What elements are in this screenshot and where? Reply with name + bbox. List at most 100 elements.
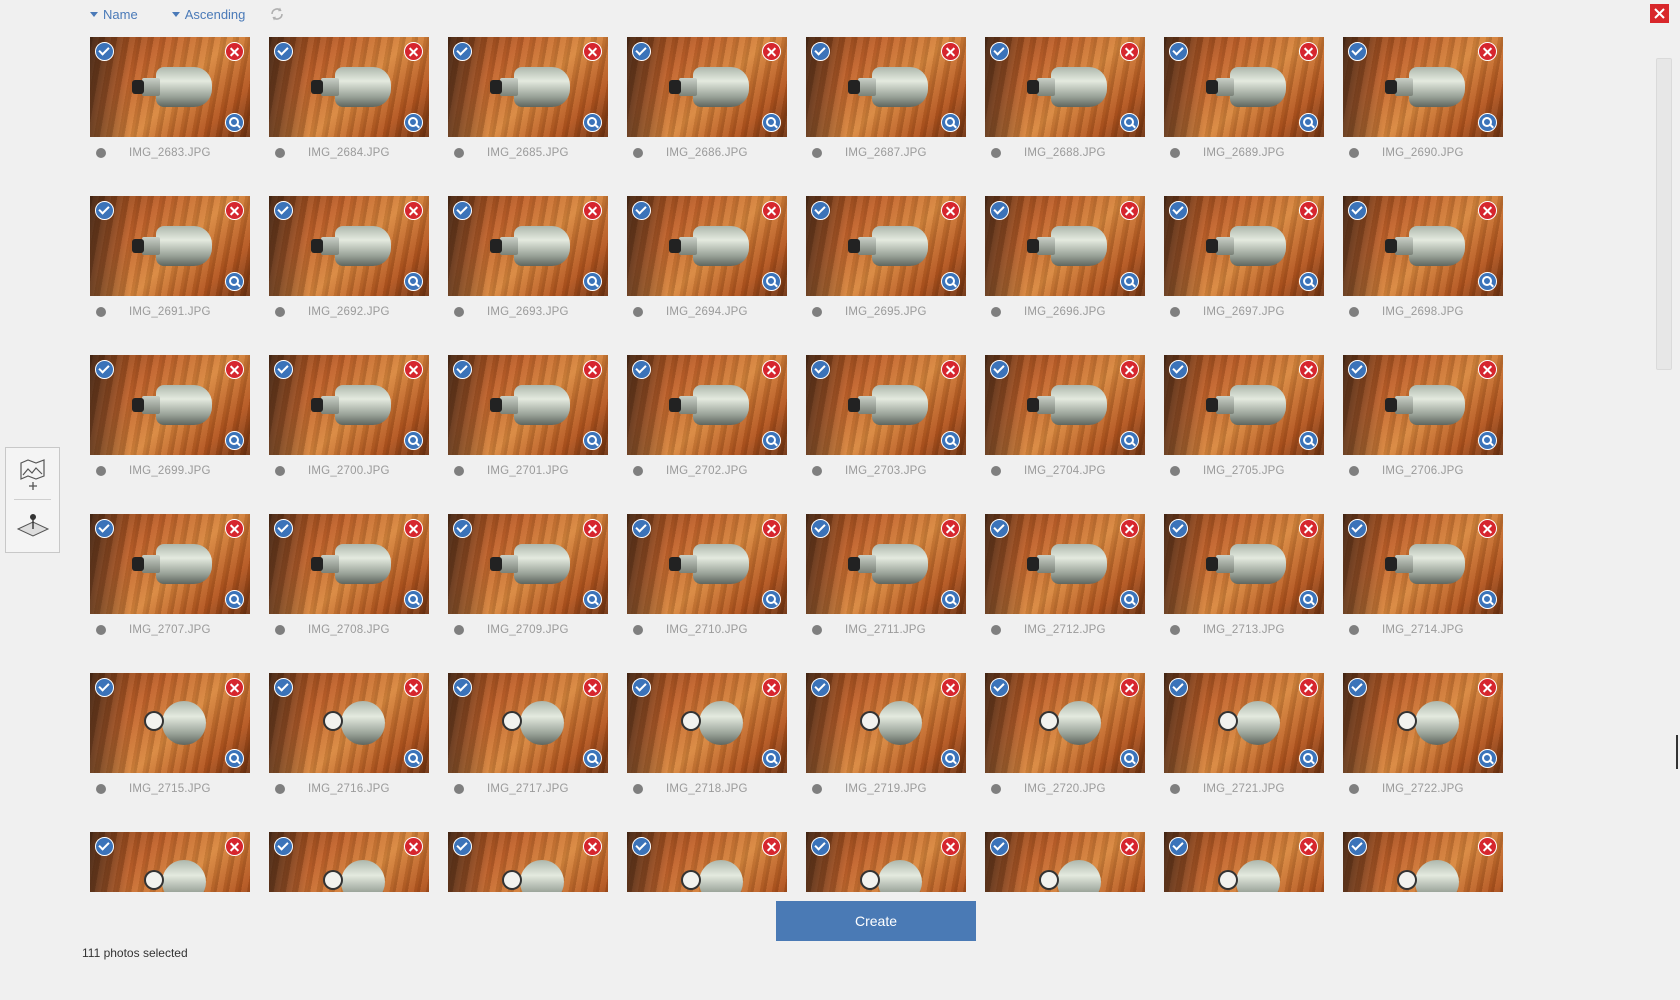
check-icon[interactable]	[95, 360, 114, 379]
photo-image[interactable]	[90, 673, 250, 773]
check-icon[interactable]	[990, 360, 1009, 379]
photo-thumbnail[interactable]: IMG_2722.JPG	[1343, 673, 1503, 833]
photo-thumbnail[interactable]: IMG_2710.JPG	[627, 514, 787, 674]
remove-icon[interactable]	[1120, 678, 1139, 697]
zoom-icon[interactable]	[941, 272, 960, 291]
photo-image[interactable]	[806, 196, 966, 296]
photo-image[interactable]	[985, 832, 1145, 892]
check-icon[interactable]	[1169, 519, 1188, 538]
photo-thumbnail[interactable]: IMG_2721.JPG	[1164, 673, 1324, 833]
remove-icon[interactable]	[225, 519, 244, 538]
photo-thumbnail[interactable]: IMG_2717.JPG	[448, 673, 608, 833]
photo-image[interactable]	[627, 355, 787, 455]
photo-thumbnail[interactable]: IMG_2693.JPG	[448, 196, 608, 356]
remove-icon[interactable]	[404, 360, 423, 379]
remove-icon[interactable]	[404, 519, 423, 538]
check-icon[interactable]	[453, 678, 472, 697]
zoom-icon[interactable]	[583, 113, 602, 132]
check-icon[interactable]	[95, 519, 114, 538]
photo-thumbnail[interactable]	[1164, 832, 1324, 892]
check-icon[interactable]	[1348, 360, 1367, 379]
check-icon[interactable]	[990, 837, 1009, 856]
check-icon[interactable]	[453, 360, 472, 379]
zoom-icon[interactable]	[762, 431, 781, 450]
photo-image[interactable]	[985, 355, 1145, 455]
photo-image[interactable]	[806, 832, 966, 892]
zoom-icon[interactable]	[583, 431, 602, 450]
remove-icon[interactable]	[225, 837, 244, 856]
photo-image[interactable]	[448, 832, 608, 892]
photo-image[interactable]	[806, 355, 966, 455]
photo-thumbnail[interactable]: IMG_2705.JPG	[1164, 355, 1324, 515]
zoom-icon[interactable]	[404, 431, 423, 450]
photo-image[interactable]	[90, 37, 250, 137]
photo-image[interactable]	[269, 355, 429, 455]
photo-thumbnail[interactable]: IMG_2692.JPG	[269, 196, 429, 356]
check-icon[interactable]	[811, 678, 830, 697]
photo-image[interactable]	[985, 673, 1145, 773]
check-icon[interactable]	[453, 42, 472, 61]
check-icon[interactable]	[1169, 201, 1188, 220]
photo-image[interactable]	[448, 355, 608, 455]
remove-icon[interactable]	[583, 678, 602, 697]
zoom-icon[interactable]	[1299, 590, 1318, 609]
photo-image[interactable]	[448, 514, 608, 614]
zoom-icon[interactable]	[762, 113, 781, 132]
remove-icon[interactable]	[1478, 201, 1497, 220]
photo-thumbnail[interactable]: IMG_2707.JPG	[90, 514, 250, 674]
check-icon[interactable]	[632, 678, 651, 697]
photo-image[interactable]	[448, 37, 608, 137]
zoom-icon[interactable]	[1478, 749, 1497, 768]
photo-image[interactable]	[806, 37, 966, 137]
photo-thumbnail[interactable]: IMG_2698.JPG	[1343, 196, 1503, 356]
remove-icon[interactable]	[225, 42, 244, 61]
zoom-icon[interactable]	[404, 590, 423, 609]
zoom-icon[interactable]	[762, 749, 781, 768]
photo-thumbnail[interactable]: IMG_2688.JPG	[985, 37, 1145, 197]
zoom-icon[interactable]	[225, 590, 244, 609]
check-icon[interactable]	[274, 42, 293, 61]
check-icon[interactable]	[1348, 519, 1367, 538]
photo-thumbnail[interactable]: IMG_2686.JPG	[627, 37, 787, 197]
photo-thumbnail[interactable]: IMG_2706.JPG	[1343, 355, 1503, 515]
photo-image[interactable]	[448, 196, 608, 296]
photo-thumbnail[interactable]: IMG_2683.JPG	[90, 37, 250, 197]
check-icon[interactable]	[632, 360, 651, 379]
zoom-icon[interactable]	[1478, 113, 1497, 132]
photo-thumbnail[interactable]: IMG_2696.JPG	[985, 196, 1145, 356]
remove-icon[interactable]	[1299, 519, 1318, 538]
check-icon[interactable]	[274, 360, 293, 379]
check-icon[interactable]	[1169, 360, 1188, 379]
photo-thumbnail[interactable]: IMG_2695.JPG	[806, 196, 966, 356]
photo-image[interactable]	[985, 37, 1145, 137]
zoom-icon[interactable]	[762, 590, 781, 609]
remove-icon[interactable]	[1120, 360, 1139, 379]
remove-icon[interactable]	[225, 201, 244, 220]
check-icon[interactable]	[632, 837, 651, 856]
remove-icon[interactable]	[762, 837, 781, 856]
photo-image[interactable]	[627, 37, 787, 137]
photo-image[interactable]	[90, 196, 250, 296]
photo-thumbnail[interactable]: IMG_2701.JPG	[448, 355, 608, 515]
check-icon[interactable]	[990, 519, 1009, 538]
photo-image[interactable]	[1343, 355, 1503, 455]
remove-icon[interactable]	[762, 360, 781, 379]
check-icon[interactable]	[632, 201, 651, 220]
photo-image[interactable]	[90, 832, 250, 892]
check-icon[interactable]	[990, 42, 1009, 61]
zoom-icon[interactable]	[1299, 113, 1318, 132]
zoom-icon[interactable]	[225, 272, 244, 291]
photo-image[interactable]	[269, 673, 429, 773]
zoom-icon[interactable]	[1478, 272, 1497, 291]
photo-image[interactable]	[269, 514, 429, 614]
remove-icon[interactable]	[941, 42, 960, 61]
photo-image[interactable]	[1164, 355, 1324, 455]
remove-icon[interactable]	[583, 837, 602, 856]
check-icon[interactable]	[95, 42, 114, 61]
check-icon[interactable]	[632, 42, 651, 61]
zoom-icon[interactable]	[1120, 431, 1139, 450]
zoom-icon[interactable]	[941, 749, 960, 768]
check-icon[interactable]	[1169, 837, 1188, 856]
photo-thumbnail[interactable]: IMG_2685.JPG	[448, 37, 608, 197]
photo-thumbnail[interactable]: IMG_2714.JPG	[1343, 514, 1503, 674]
